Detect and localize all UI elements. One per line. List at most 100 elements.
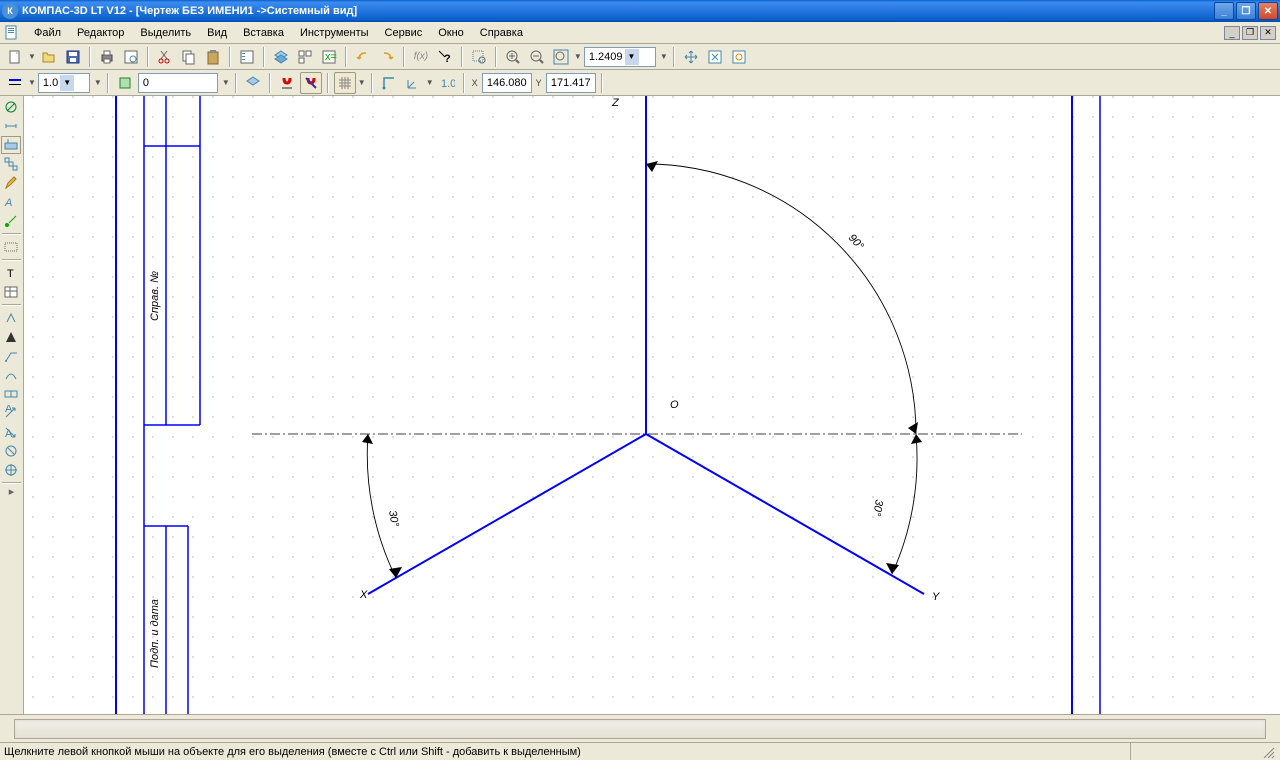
- left-toolbox: A T A A ▸: [0, 96, 24, 714]
- frame-text-2: Подп. и дата: [149, 599, 161, 668]
- zoom-dropdown-icon[interactable]: ▼: [574, 52, 582, 61]
- rebuild-button[interactable]: [728, 46, 750, 68]
- views-button[interactable]: [294, 46, 316, 68]
- save-button[interactable]: [62, 46, 84, 68]
- help-context-button[interactable]: ?: [434, 46, 456, 68]
- refresh-button[interactable]: [704, 46, 726, 68]
- undo-button[interactable]: [352, 46, 374, 68]
- mdi-restore-button[interactable]: ❐: [1242, 26, 1258, 40]
- svg-text:A: A: [5, 405, 13, 415]
- snap-toggle-button[interactable]: [276, 72, 298, 94]
- y-input[interactable]: [546, 73, 596, 93]
- ortho-button[interactable]: [378, 72, 400, 94]
- zoom-window-button[interactable]: [468, 46, 490, 68]
- tolerance-tool[interactable]: [1, 385, 21, 403]
- svg-text:A: A: [4, 197, 12, 209]
- dropdown-icon: ▼: [60, 75, 74, 91]
- construction-tool[interactable]: [1, 155, 21, 173]
- edit-tool[interactable]: [1, 174, 21, 192]
- properties-button[interactable]: [236, 46, 258, 68]
- arrow-tool[interactable]: A: [1, 404, 21, 422]
- print-button[interactable]: [96, 46, 118, 68]
- preview-button[interactable]: [120, 46, 142, 68]
- close-button[interactable]: ✕: [1258, 2, 1278, 20]
- restore-button[interactable]: ❐: [1236, 2, 1256, 20]
- svg-text:T: T: [7, 268, 14, 280]
- toolbox-expand-icon[interactable]: ▸: [1, 487, 22, 495]
- base-tool[interactable]: [1, 328, 21, 346]
- grid-dropdown-icon[interactable]: ▼: [358, 78, 366, 87]
- layers-button[interactable]: [270, 46, 292, 68]
- menu-insert[interactable]: Вставка: [235, 25, 292, 41]
- statusbar: Щелкните левой кнопкой мыши на объекте д…: [0, 742, 1280, 760]
- paste-button[interactable]: [202, 46, 224, 68]
- mdi-minimize-button[interactable]: _: [1224, 26, 1240, 40]
- rough-tool[interactable]: [1, 309, 21, 327]
- zoom-combo[interactable]: 1.2409 ▼: [584, 47, 656, 67]
- view-arrow-tool[interactable]: A: [1, 423, 21, 441]
- zoom-in-button[interactable]: [502, 46, 524, 68]
- view-state-button[interactable]: [114, 72, 136, 94]
- svg-text:?: ?: [444, 53, 451, 65]
- scale-combo[interactable]: 1.0 ▼: [38, 73, 90, 93]
- window-title: КОМПАС-3D LT V12 - [Чертеж БЕЗ ИМЕНИ1 ->…: [22, 5, 1214, 17]
- origin-label: О: [670, 399, 679, 411]
- table-tool[interactable]: [1, 283, 21, 301]
- menu-window[interactable]: Окно: [430, 25, 472, 41]
- menu-view[interactable]: Вид: [199, 25, 235, 41]
- scale-value: 1.0: [43, 77, 58, 89]
- round-button[interactable]: 1.0: [436, 72, 458, 94]
- menu-service[interactable]: Сервис: [377, 25, 431, 41]
- menu-select[interactable]: Выделить: [132, 25, 199, 41]
- menu-help[interactable]: Справка: [472, 25, 531, 41]
- drawing-canvas[interactable]: Справ. № Подп. и дата О Z X Y 90°: [24, 96, 1280, 714]
- minimize-button[interactable]: _: [1214, 2, 1234, 20]
- function-button[interactable]: f(x): [410, 46, 432, 68]
- cut-button[interactable]: [154, 46, 176, 68]
- cs-dropdown-icon[interactable]: ▼: [426, 78, 434, 87]
- snap-settings-button[interactable]: [300, 72, 322, 94]
- center-tool[interactable]: [1, 461, 21, 479]
- curve-tool[interactable]: [1, 366, 21, 384]
- zoom-arrow-icon[interactable]: ▼: [660, 52, 668, 61]
- variables-button[interactable]: x=: [318, 46, 340, 68]
- measure-tool[interactable]: [1, 212, 21, 230]
- style-button[interactable]: [4, 72, 26, 94]
- layer-button[interactable]: [242, 72, 264, 94]
- leader-tool[interactable]: [1, 347, 21, 365]
- zoom-out-button[interactable]: [526, 46, 548, 68]
- x-label: X: [472, 78, 478, 88]
- view-number-input[interactable]: [138, 73, 218, 93]
- notation-tool[interactable]: [1, 136, 21, 154]
- mdi-close-button[interactable]: ✕: [1260, 26, 1276, 40]
- scale-arrow-icon[interactable]: ▼: [94, 78, 102, 87]
- param-tool[interactable]: A: [1, 193, 21, 211]
- section-tool[interactable]: [1, 442, 21, 460]
- grid-button[interactable]: [334, 72, 356, 94]
- redo-button[interactable]: [376, 46, 398, 68]
- open-button[interactable]: [38, 46, 60, 68]
- x-input[interactable]: [482, 73, 532, 93]
- menu-file[interactable]: Файл: [26, 25, 69, 41]
- dropdown-icon: ▼: [625, 49, 639, 65]
- new-button[interactable]: [4, 46, 26, 68]
- local-cs-button[interactable]: [402, 72, 424, 94]
- geometry-tool[interactable]: [1, 98, 21, 116]
- y-label: Y: [536, 78, 542, 88]
- x-axis-label: X: [359, 589, 368, 601]
- frame-text-1: Справ. №: [149, 271, 161, 321]
- menu-editor[interactable]: Редактор: [69, 25, 132, 41]
- text-tool[interactable]: T: [1, 264, 21, 282]
- new-dropdown-icon[interactable]: ▼: [28, 52, 36, 61]
- resize-grip-icon[interactable]: [1260, 744, 1276, 760]
- copy-button[interactable]: [178, 46, 200, 68]
- style-dropdown-icon[interactable]: ▼: [28, 78, 36, 87]
- pan-button[interactable]: [680, 46, 702, 68]
- command-input[interactable]: [14, 719, 1266, 739]
- svg-text:1.0: 1.0: [441, 78, 455, 90]
- menu-tools[interactable]: Инструменты: [292, 25, 377, 41]
- dimension-tool[interactable]: [1, 117, 21, 135]
- view-dropdown-icon[interactable]: ▼: [222, 78, 230, 87]
- select-tool[interactable]: [1, 238, 21, 256]
- zoom-fit-button[interactable]: [550, 46, 572, 68]
